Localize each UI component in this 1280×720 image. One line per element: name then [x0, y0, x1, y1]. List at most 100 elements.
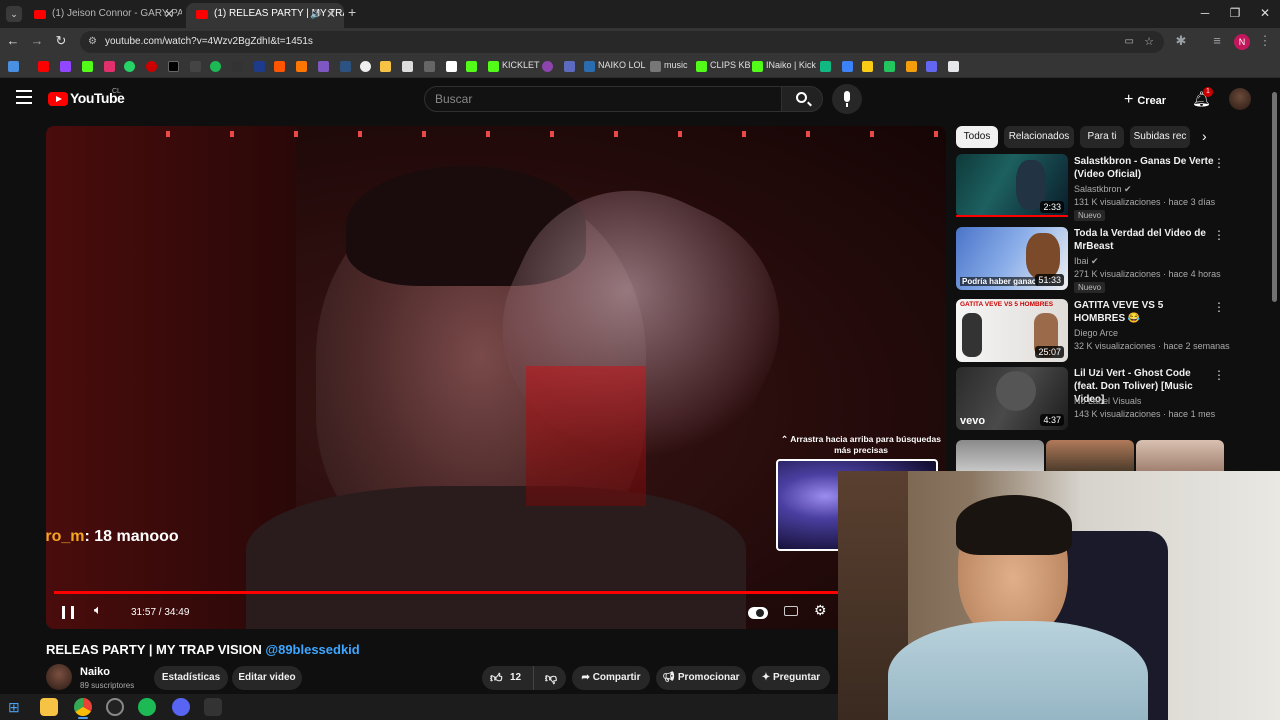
- whatsapp-bookmark-icon[interactable]: [124, 61, 135, 72]
- volume-button[interactable]: 🔈︎: [94, 602, 102, 618]
- chip-para-ti[interactable]: Para ti: [1080, 126, 1124, 148]
- bookmark-naiko-lol[interactable]: NAIKO LOL: [598, 60, 646, 70]
- more-options-icon[interactable]: ⋮: [1213, 228, 1225, 242]
- apps-grid-icon[interactable]: [8, 61, 19, 72]
- extensions-icon[interactable]: ✱: [1172, 32, 1190, 50]
- obs-icon[interactable]: [106, 698, 124, 716]
- recommendation-thumbnail[interactable]: Podría haber ganac 51:33: [956, 227, 1068, 290]
- bookmark-icon[interactable]: [884, 61, 895, 72]
- bookmark-icon[interactable]: [820, 61, 831, 72]
- bookmark-naiko-kick[interactable]: INaiko | Kick: [766, 60, 816, 70]
- bookmark-icon[interactable]: [564, 61, 575, 72]
- chrome-taskbar-icon[interactable]: [74, 698, 92, 716]
- page-scrollbar[interactable]: [1272, 92, 1277, 302]
- recommendation-channel[interactable]: Salastkbron ✔: [1074, 184, 1132, 195]
- audio-playing-icon[interactable]: 🔊: [310, 3, 321, 25]
- forward-icon[interactable]: →: [28, 32, 46, 50]
- recommendation-thumbnail[interactable]: vevo 4:37: [956, 367, 1068, 430]
- bookmark-icon[interactable]: [402, 61, 413, 72]
- recommendation-thumbnail[interactable]: GATITA VEVE VS 5 HOMBRES 25:07: [956, 299, 1068, 362]
- chip-relacionados[interactable]: Relacionados: [1004, 126, 1074, 148]
- channel-name[interactable]: Naiko: [80, 666, 110, 678]
- bookmark-icon[interactable]: [466, 61, 477, 72]
- bookmark-icon[interactable]: [862, 61, 873, 72]
- like-button[interactable]: 👍︎ 12: [482, 666, 534, 690]
- bookmark-icon[interactable]: [906, 61, 917, 72]
- bookmark-music[interactable]: music: [664, 60, 688, 70]
- bookmark-icon[interactable]: [424, 61, 435, 72]
- recommendation-channel[interactable]: Ibai ✔: [1074, 256, 1099, 267]
- pinterest-bookmark-icon[interactable]: [146, 61, 157, 72]
- recommendation-thumbnail[interactable]: 2:33: [956, 154, 1068, 217]
- tab-search-icon[interactable]: ⌄: [6, 6, 22, 22]
- url-input[interactable]: ⚙ youtube.com/watch?v=4Wzv2BgZdhI&t=1451…: [80, 31, 1164, 53]
- threads-bookmark-icon[interactable]: [190, 61, 201, 72]
- account-avatar[interactable]: [1229, 88, 1251, 110]
- settings-gear-icon[interactable]: ⚙: [814, 602, 827, 619]
- shorts-thumbnail[interactable]: [956, 440, 1044, 472]
- bookmark-kicklet[interactable]: KICKLET: [502, 60, 540, 70]
- bookmark-icon[interactable]: [360, 61, 371, 72]
- music-icon[interactable]: [650, 61, 661, 72]
- close-window-button[interactable]: ✕: [1250, 4, 1280, 22]
- more-options-icon[interactable]: ⋮: [1213, 368, 1225, 382]
- browser-tab-2[interactable]: (1) RELEAS PARTY | MY TRAP 🔊 ✕: [186, 3, 344, 28]
- recommendation-channel[interactable]: Diego Arce: [1074, 328, 1118, 338]
- search-button[interactable]: [781, 86, 823, 112]
- shorts-thumbnail[interactable]: [1046, 440, 1134, 472]
- close-tab-icon[interactable]: ✕: [326, 3, 336, 25]
- twitch-bookmark-icon[interactable]: [60, 61, 71, 72]
- media-control-icon[interactable]: ≡: [1208, 32, 1226, 50]
- ask-button[interactable]: ✦ Preguntar: [752, 666, 830, 690]
- bookmark-clips-kb[interactable]: CLIPS KB: [710, 60, 751, 70]
- site-info-icon[interactable]: ⚙: [88, 31, 97, 53]
- instagram-bookmark-icon[interactable]: [104, 61, 115, 72]
- bookmark-star-icon[interactable]: ☆: [1144, 31, 1154, 53]
- voice-search-button[interactable]: [832, 84, 862, 114]
- naiko-lol-icon[interactable]: [584, 61, 595, 72]
- recommendation-title[interactable]: Toda la Verdad del Video de MrBeast: [1074, 227, 1214, 253]
- more-options-icon[interactable]: ⋮: [1213, 300, 1225, 314]
- kicklet-icon[interactable]: [488, 61, 499, 72]
- menu-icon[interactable]: [16, 90, 32, 104]
- bookmark-icon[interactable]: [380, 61, 391, 72]
- bookmark-icon[interactable]: [446, 61, 457, 72]
- bookmark-icon[interactable]: [254, 61, 265, 72]
- promote-button[interactable]: 📢︎ Promocionar: [656, 666, 746, 690]
- spotify-bookmark-icon[interactable]: [210, 61, 221, 72]
- notifications-button[interactable]: 🔔︎ 1: [1192, 87, 1213, 110]
- create-button[interactable]: + Crear: [1124, 88, 1178, 112]
- chip-subidas[interactable]: Subidas rec: [1130, 126, 1190, 148]
- close-tab-icon[interactable]: ✕: [164, 3, 174, 25]
- bookmark-icon[interactable]: [318, 61, 329, 72]
- browser-tab-1[interactable]: (1) Jeison Connor - GARY PAYTO ✕: [24, 3, 182, 28]
- minimize-button[interactable]: ─: [1190, 4, 1220, 22]
- channel-avatar[interactable]: [46, 664, 72, 690]
- bookmark-icon[interactable]: [842, 61, 853, 72]
- progress-bar[interactable]: [54, 591, 938, 594]
- bookmark-icon[interactable]: [340, 61, 351, 72]
- shazam-bookmark-icon[interactable]: [232, 61, 243, 72]
- soundcloud-bookmark-icon[interactable]: [274, 61, 285, 72]
- clips-kb-icon[interactable]: [696, 61, 707, 72]
- video-player[interactable]: 0pedro_m: 18 manooo ⌃ Arrastra hacia arr…: [46, 126, 946, 629]
- profile-avatar[interactable]: N: [1234, 34, 1250, 50]
- dislike-button[interactable]: 👎︎: [536, 666, 566, 690]
- youtube-bookmark-icon[interactable]: [38, 61, 49, 72]
- stats-button[interactable]: Estadísticas: [154, 666, 228, 690]
- share-button[interactable]: ➦ Compartir: [572, 666, 650, 690]
- edit-video-button[interactable]: Editar video: [232, 666, 302, 690]
- app-taskbar-icon[interactable]: [204, 698, 222, 716]
- chrome-menu-icon[interactable]: ⋮: [1256, 32, 1274, 50]
- recommendation-channel[interactable]: No Label Visuals: [1074, 396, 1141, 406]
- new-tab-button[interactable]: +: [348, 4, 356, 20]
- bookmark-icon[interactable]: [926, 61, 937, 72]
- maximize-button[interactable]: ❐: [1220, 4, 1250, 22]
- kick-naiko-icon[interactable]: [752, 61, 763, 72]
- spotify-taskbar-icon[interactable]: [138, 698, 156, 716]
- autoplay-toggle[interactable]: [748, 607, 768, 619]
- search-input[interactable]: Buscar: [424, 86, 782, 112]
- soundcloud-bookmark-icon[interactable]: [296, 61, 307, 72]
- discord-taskbar-icon[interactable]: [172, 698, 190, 716]
- more-options-icon[interactable]: ⋮: [1213, 156, 1225, 170]
